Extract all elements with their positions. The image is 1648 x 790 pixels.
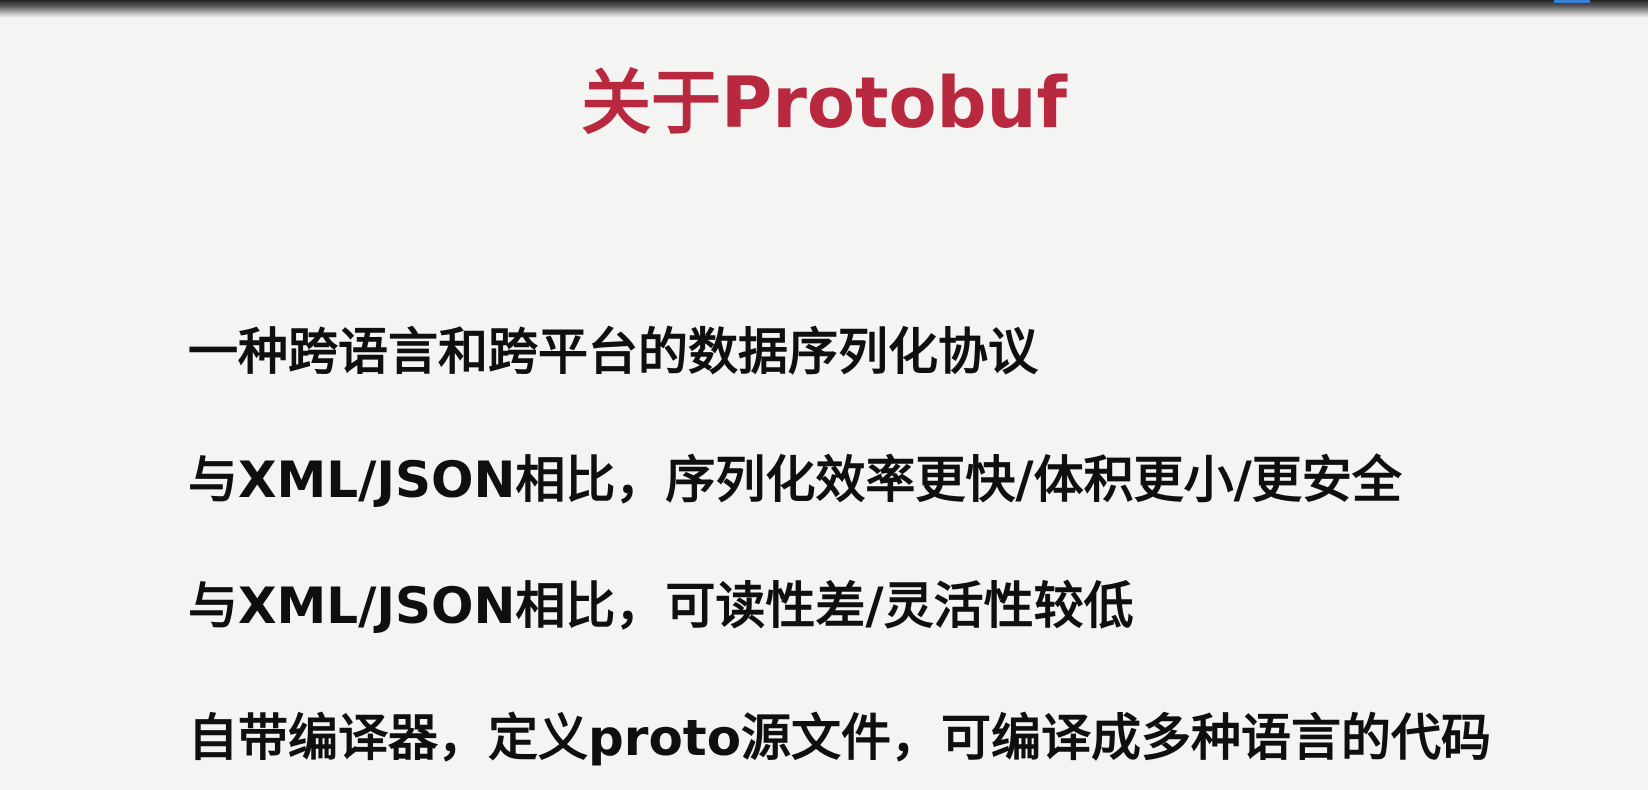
window-top-edge	[0, 0, 1648, 18]
bullet-3: 与XML/JSON相比，可读性差/灵活性较低	[188, 577, 1134, 635]
bullet-4: 自带编译器，定义proto源文件，可编译成多种语言的代码	[188, 709, 1492, 767]
top-accent-bar	[1554, 0, 1590, 3]
bullet-1: 一种跨语言和跨平台的数据序列化协议	[188, 323, 1038, 381]
slide: 关于Protobuf 一种跨语言和跨平台的数据序列化协议 与XML/JSON相比…	[0, 0, 1648, 790]
slide-title: 关于Protobuf	[581, 62, 1067, 144]
bullet-2: 与XML/JSON相比，序列化效率更快/体积更小/更安全	[188, 451, 1402, 509]
